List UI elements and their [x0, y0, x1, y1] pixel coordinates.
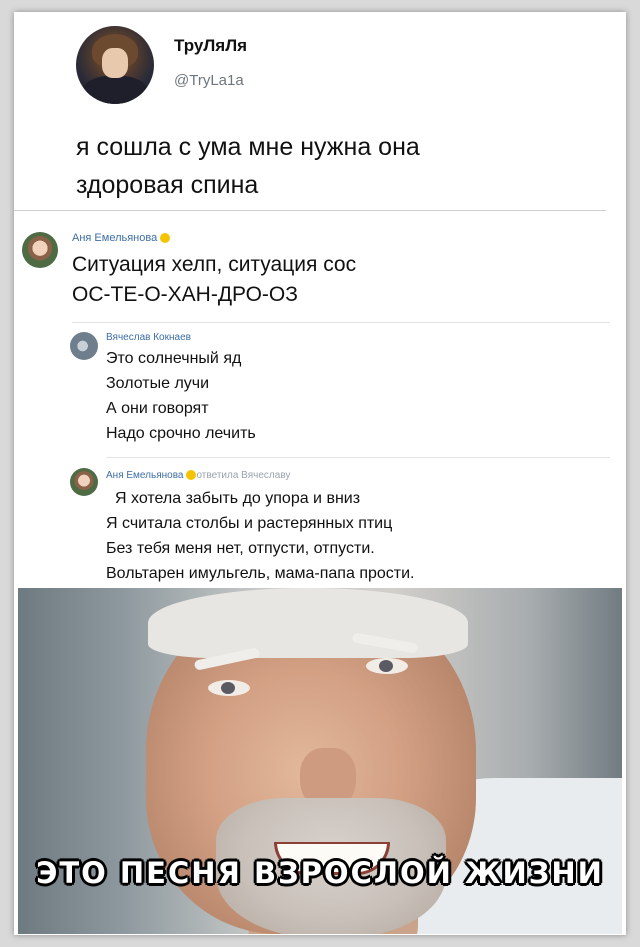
comment-avatar[interactable]	[22, 232, 58, 268]
meme-image: ЭТО ПЕСНЯ ВЗРОСЛОЙ ЖИЗНИ	[18, 588, 622, 934]
comment-line: Вольтарен имульгель, мама-папа прости.	[106, 565, 415, 582]
tweet-avatar[interactable]	[76, 26, 154, 104]
emoji-icon	[160, 233, 171, 244]
meme-eye	[208, 680, 250, 696]
comment-line: Без тебя меня нет, отпусти, отпусти.	[106, 540, 375, 557]
tweet-text-line: я сошла с ума мне нужна она	[76, 133, 420, 161]
comment-text: Это солнечный яд Золотые лучи А они гово…	[106, 346, 256, 446]
comment-text: Я хотела забыть до упора и вниз Я считал…	[106, 486, 414, 586]
comment-line: Золотые лучи	[106, 375, 210, 392]
comment-line: Я хотела забыть до упора и вниз	[115, 490, 361, 507]
comment-line: А они говорят	[106, 400, 209, 417]
divider	[14, 210, 606, 211]
comment-line: Ситуация хелп, ситуация сос	[72, 253, 357, 276]
divider	[106, 457, 610, 458]
meme-eye	[366, 658, 408, 674]
comment-author[interactable]: Вячеслав Кокнаев	[106, 332, 191, 343]
tweet-handle[interactable]: @TryLa1a	[174, 72, 244, 89]
comment-author-name[interactable]: Аня Емельянова	[106, 470, 183, 481]
tweet-display-name[interactable]: ТруЛяЛя	[174, 36, 247, 56]
comment-author[interactable]: Аня Емельянова	[72, 232, 171, 244]
tweet-text-line: здоровая спина	[76, 171, 259, 199]
divider	[72, 322, 610, 323]
comment-author-name[interactable]: Вячеслав Кокнаев	[106, 332, 191, 343]
meme-caption: ЭТО ПЕСНЯ ВЗРОСЛОЙ ЖИЗНИ	[36, 856, 604, 890]
post-card: ТруЛяЛя @TryLa1a я сошла с ума мне нужна…	[14, 12, 626, 935]
comment-text: Ситуация хелп, ситуация сос ОС-ТЕ-О-ХАН-…	[72, 250, 356, 310]
comment-avatar[interactable]	[70, 332, 98, 360]
meme-hair	[148, 588, 468, 658]
comment-line: Надо срочно лечить	[106, 425, 256, 442]
comment-line: Это солнечный яд	[106, 350, 242, 367]
reply-note[interactable]: ответила Вячеславу	[196, 470, 290, 481]
comment-avatar[interactable]	[70, 468, 98, 496]
comment-line: Я считала столбы и растерянных птиц	[106, 515, 393, 532]
tweet-text: я сошла с ума мне нужна она здоровая спи…	[76, 128, 596, 204]
comment-author-name[interactable]: Аня Емельянова	[72, 232, 157, 244]
comment-author[interactable]: Аня Емельянова ответила Вячеславу	[106, 470, 290, 481]
emoji-icon	[186, 470, 197, 481]
comment-line: ОС-ТЕ-О-ХАН-ДРО-ОЗ	[72, 283, 298, 306]
